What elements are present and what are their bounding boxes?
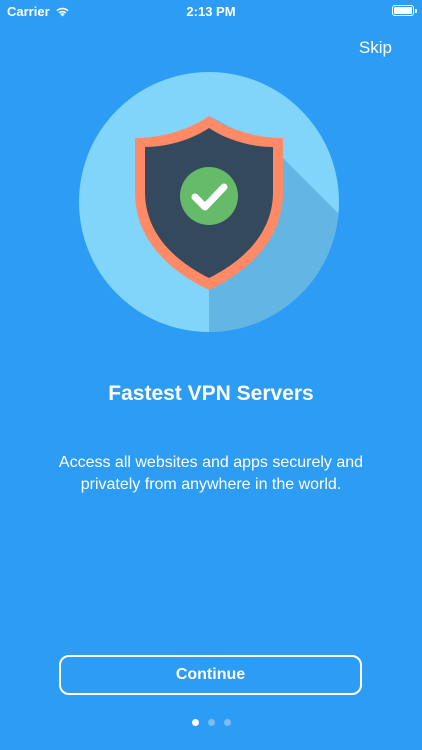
shield-check-icon — [79, 72, 339, 332]
skip-button[interactable]: Skip — [359, 38, 392, 58]
battery-level — [394, 7, 412, 14]
onboarding-description: Access all websites and apps securely an… — [58, 454, 364, 493]
page-dot-1[interactable] — [191, 719, 199, 726]
continue-button[interactable]: Continue — [59, 655, 362, 695]
page-dot-2[interactable] — [207, 719, 215, 726]
page-dot-3[interactable] — [223, 719, 231, 726]
check-badge — [180, 167, 238, 225]
page-indicator[interactable] — [0, 719, 422, 726]
battery-icon — [392, 5, 417, 16]
continue-label: Continue — [175, 666, 246, 683]
status-time: 2:13 PM — [186, 4, 236, 19]
onboarding-title: Fastest VPN Servers — [108, 382, 314, 405]
status-bar: Carrier 2:13 PM — [0, 0, 422, 24]
